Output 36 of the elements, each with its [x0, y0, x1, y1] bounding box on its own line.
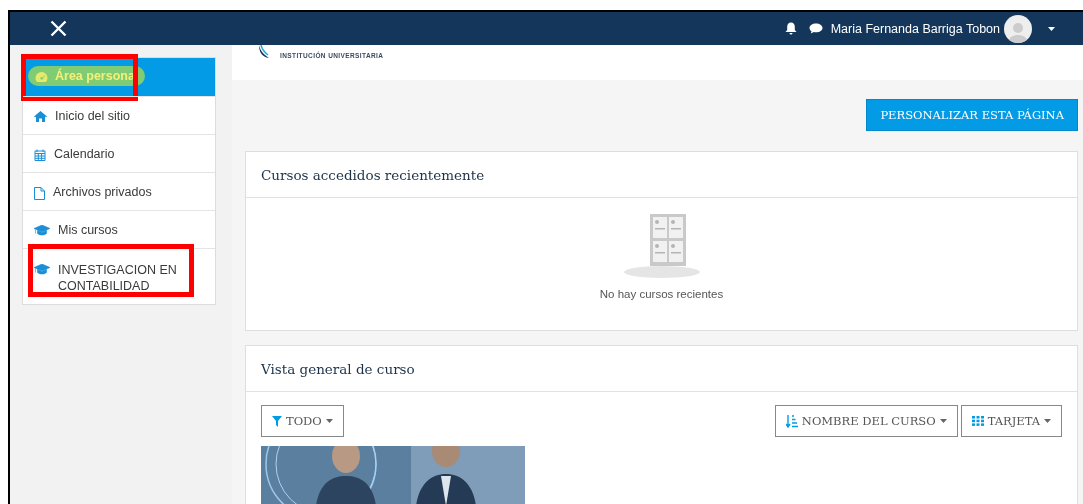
filter-dropdown[interactable]: TODO: [261, 405, 344, 437]
graduation-cap-icon: [34, 264, 50, 275]
card-title: Cursos accedidos recientemente: [246, 152, 1077, 198]
sort-dropdown[interactable]: NOMBRE DEL CURSO: [774, 405, 958, 437]
sidebar-label: Mis cursos: [58, 223, 118, 237]
filter-icon: [272, 415, 282, 427]
card-title: Vista general de curso: [246, 346, 1077, 392]
sidebar-label: Archivos privados: [53, 185, 152, 200]
bell-icon[interactable]: [784, 22, 797, 35]
avatar-icon[interactable]: [1004, 14, 1032, 43]
caret-icon: [325, 419, 333, 423]
empty-courses-icon: [623, 214, 700, 278]
sort-icon: [785, 414, 798, 428]
dashboard-icon: [35, 71, 48, 83]
sidebar-item[interactable]: Archivos privados: [23, 172, 215, 210]
file-icon: [34, 187, 45, 200]
sidebar-label: Área persona: [55, 69, 135, 83]
grid-icon: [971, 416, 984, 426]
caret-icon: [939, 419, 947, 423]
caret-icon: [1044, 419, 1051, 423]
sidebar-label: Calendario: [54, 147, 115, 161]
sidebar-label: INVESTIGACION EN CONTABILIDAD: [58, 262, 178, 295]
sidebar-item[interactable]: INVESTIGACION EN CONTABILIDAD: [23, 248, 215, 304]
view-dropdown[interactable]: TARJETA: [960, 405, 1062, 437]
home-icon: [34, 111, 47, 122]
close-icon[interactable]: [50, 20, 67, 37]
sidebar-item[interactable]: Calendario: [23, 134, 215, 172]
sidebar-item[interactable]: Inicio del sitio: [23, 96, 215, 134]
chat-icon[interactable]: [808, 23, 823, 34]
user-name[interactable]: Maria Fernanda Barriga Tobon: [830, 21, 1000, 36]
empty-message: No hay cursos recientes: [599, 288, 724, 300]
caret-icon[interactable]: [1048, 26, 1055, 31]
sidebar-item[interactable]: Mis cursos: [23, 210, 215, 248]
graduation-cap-icon: [34, 225, 50, 236]
calendar-icon: [34, 149, 46, 161]
sidebar-label: Inicio del sitio: [55, 109, 131, 123]
